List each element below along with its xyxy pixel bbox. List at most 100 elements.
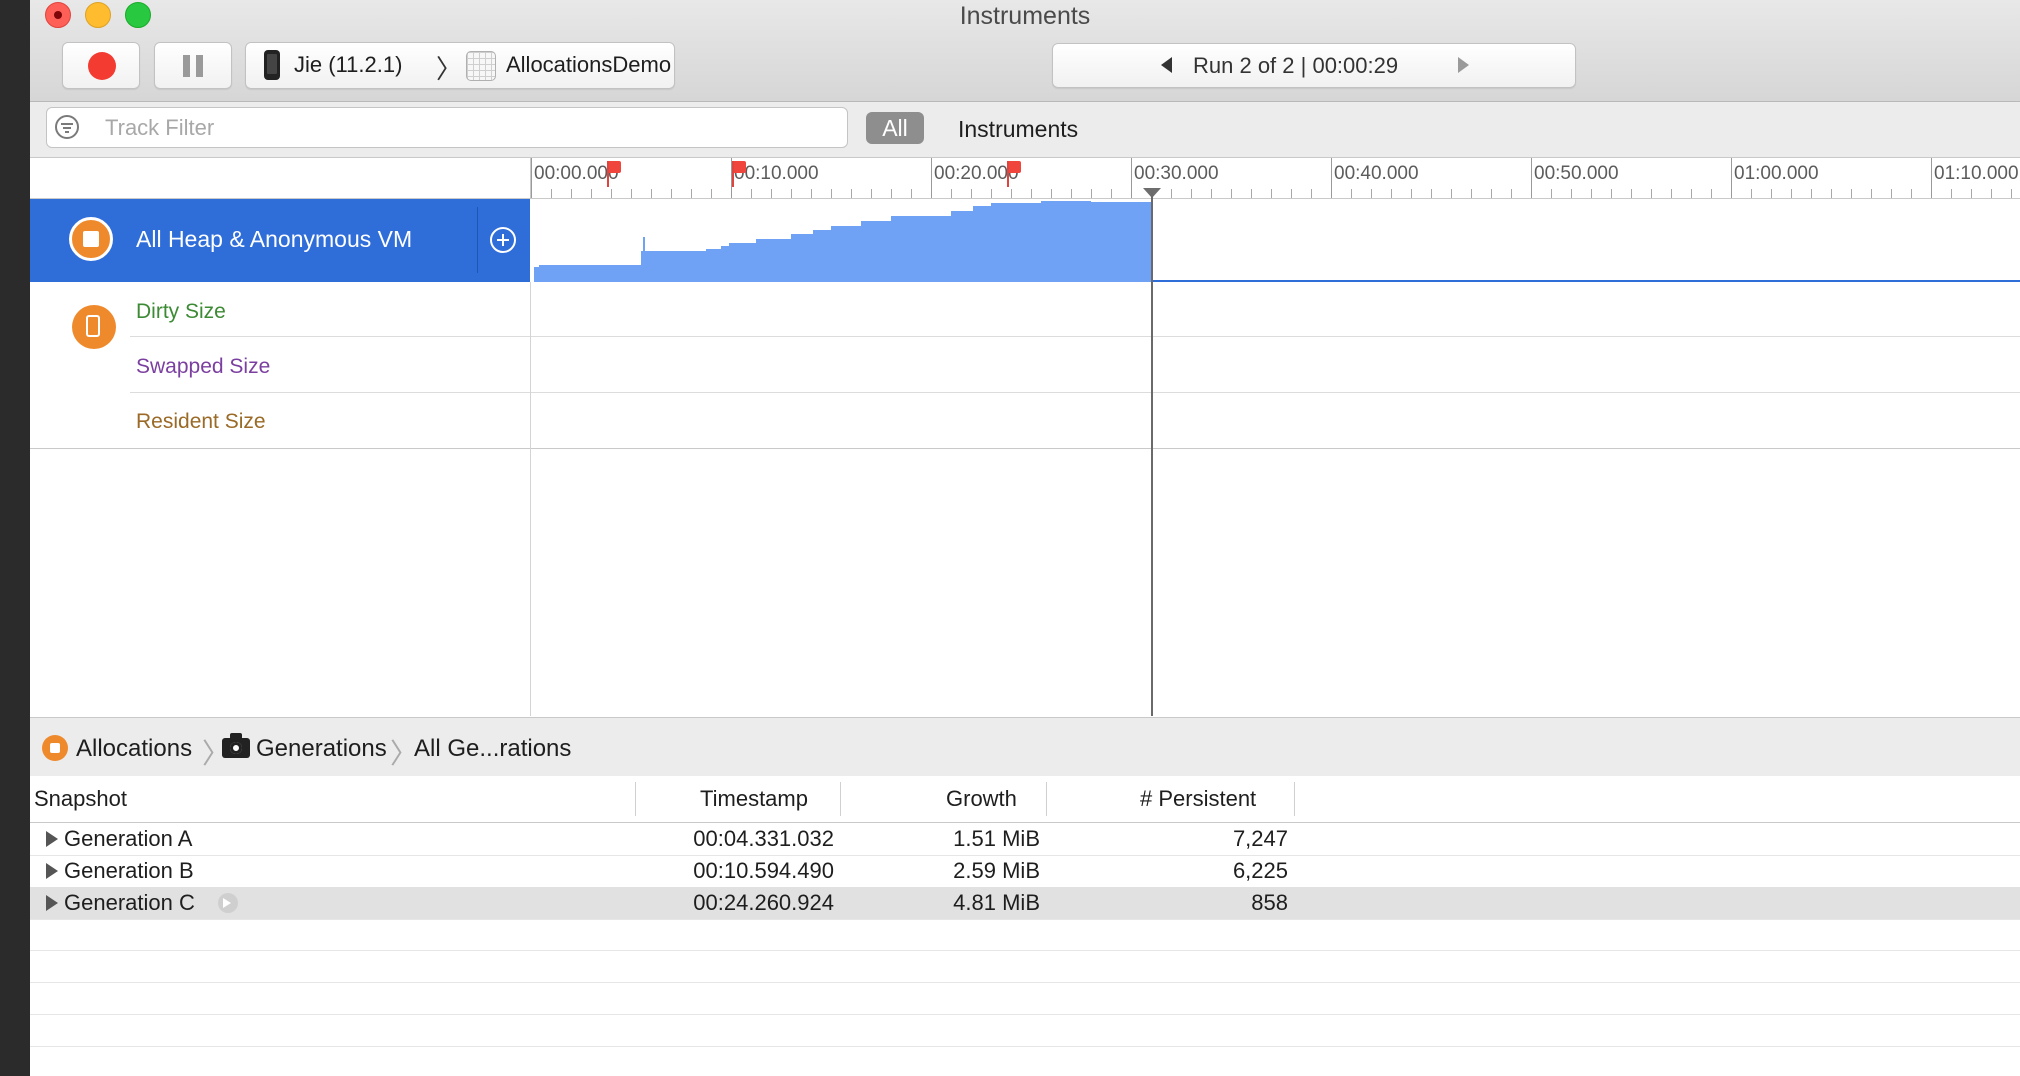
- ruler-minor-tick: [1231, 189, 1232, 198]
- ruler-minor-tick: [1091, 189, 1092, 198]
- column-growth[interactable]: Growth: [946, 776, 1017, 822]
- ruler-minor-tick: [1711, 189, 1712, 198]
- previous-run-icon[interactable]: [1161, 57, 1172, 73]
- scope-instruments-button[interactable]: Instruments: [958, 116, 1078, 143]
- ruler-minor-tick: [1311, 189, 1312, 198]
- generation-flag-icon[interactable]: [607, 161, 621, 187]
- filter-bar: All Instruments: [30, 102, 2020, 158]
- ruler-minor-tick: [1511, 189, 1512, 198]
- ruler-minor-tick: [571, 189, 572, 198]
- breadcrumb-allocations[interactable]: Allocations: [76, 735, 192, 763]
- snapshot-persistent: 858: [1251, 890, 1288, 915]
- sub-track-resident-size[interactable]: Resident Size: [136, 410, 266, 434]
- window-title: Instruments: [959, 2, 1091, 30]
- record-button[interactable]: [62, 42, 140, 89]
- playhead[interactable]: [1151, 190, 1153, 716]
- ruler-minor-tick: [1671, 189, 1672, 198]
- ruler-minor-tick: [1191, 189, 1192, 198]
- ruler-minor-tick: [1491, 189, 1492, 198]
- disclosure-triangle-icon[interactable]: [46, 895, 58, 911]
- pause-button[interactable]: [154, 42, 232, 89]
- table-row[interactable]: Generation C 00:24.260.924 4.81 MiB 858: [30, 887, 2020, 920]
- add-circle-icon[interactable]: [490, 227, 516, 253]
- snapshot-persistent: 7,247: [1232, 826, 1288, 851]
- sidebar-divider: [530, 282, 531, 716]
- time-ruler[interactable]: 00:00.000 00:10.000 00:20.000 00:30.000 00:4…: [531, 158, 2020, 199]
- ruler-minor-tick: [951, 189, 952, 198]
- table-row[interactable]: Generation B 00:10.594.490 2.59 MiB 6,22…: [30, 855, 2020, 888]
- ruler-major-tick: [1531, 158, 1532, 198]
- ruler-major-tick: [931, 158, 932, 198]
- ruler-minor-tick: [1111, 189, 1112, 198]
- ruler-minor-tick: [671, 189, 672, 198]
- ruler-minor-tick: [1171, 189, 1172, 198]
- breadcrumb-generations[interactable]: Generations: [256, 735, 387, 763]
- generation-flag-icon[interactable]: [1007, 161, 1021, 187]
- snapshot-timestamp: 00:10.594.490: [693, 858, 834, 883]
- ruler-minor-tick: [1351, 189, 1352, 198]
- ruler-minor-tick: [791, 189, 792, 198]
- ruler-minor-tick: [1271, 189, 1272, 198]
- track-filter-input[interactable]: [103, 114, 827, 142]
- ruler-minor-tick: [1411, 189, 1412, 198]
- allocation-graph[interactable]: [531, 199, 2020, 282]
- record-icon: [88, 52, 116, 80]
- ruler-minor-tick: [971, 189, 972, 198]
- sub-track-swapped-size[interactable]: Swapped Size: [136, 355, 270, 379]
- next-run-icon[interactable]: [1458, 57, 1469, 73]
- snapshot-growth: 2.59 MiB: [953, 858, 1040, 883]
- table-row[interactable]: Generation A 00:04.331.032 1.51 MiB 7,24…: [30, 823, 2020, 856]
- ruler-minor-tick: [1951, 189, 1952, 198]
- disclosure-triangle-icon[interactable]: [46, 831, 58, 847]
- ruler-minor-tick: [891, 189, 892, 198]
- ruler-minor-tick: [1571, 189, 1572, 198]
- ruler-minor-tick: [1431, 189, 1432, 198]
- ruler-label: 00:10.000: [734, 163, 819, 184]
- target-selector[interactable]: Jie (11.2.1) 〉 AllocationsDemo: [245, 42, 675, 89]
- ruler-minor-tick: [911, 189, 912, 198]
- column-persistent[interactable]: # Persistent: [1140, 776, 1256, 822]
- breadcrumb-all-generations[interactable]: All Ge...rations: [414, 735, 571, 763]
- ruler-minor-tick: [1631, 189, 1632, 198]
- instruments-window: Instruments Jie (11.2.1) 〉 AllocationsDe…: [30, 0, 2020, 1076]
- run-navigator: Run 2 of 2 | 00:00:29: [1052, 43, 1576, 88]
- ruler-label: 00:00.000: [534, 163, 619, 184]
- ruler-minor-tick: [591, 189, 592, 198]
- ruler-minor-tick: [1071, 189, 1072, 198]
- ruler-minor-tick: [771, 189, 772, 198]
- ruler-label: 01:10.000: [1934, 163, 2019, 184]
- empty-row: [30, 919, 2020, 951]
- filter-icon[interactable]: [55, 115, 79, 139]
- ruler-minor-tick: [1811, 189, 1812, 198]
- ruler-label: 00:30.000: [1134, 163, 1219, 184]
- column-timestamp[interactable]: Timestamp: [700, 776, 808, 822]
- divider: [130, 336, 2020, 337]
- ruler-minor-tick: [651, 189, 652, 198]
- ruler-label: 00:50.000: [1534, 163, 1619, 184]
- toolbar: Instruments Jie (11.2.1) 〉 AllocationsDe…: [30, 0, 2020, 102]
- scope-all-button[interactable]: All: [866, 112, 924, 144]
- snapshot-growth: 1.51 MiB: [953, 826, 1040, 851]
- iphone-icon: [264, 50, 280, 80]
- sub-track-dirty-size[interactable]: Dirty Size: [136, 300, 226, 324]
- divider: [130, 392, 2020, 393]
- ruler-minor-tick: [1011, 189, 1012, 198]
- allocations-icon: [42, 735, 68, 761]
- ruler-minor-tick: [1471, 189, 1472, 198]
- ruler-minor-tick: [1291, 189, 1292, 198]
- ruler-minor-tick: [1831, 189, 1832, 198]
- allocations-icon: [69, 217, 113, 261]
- pause-icon: [183, 55, 190, 77]
- ruler-label: 01:00.000: [1734, 163, 1819, 184]
- generation-flag-icon[interactable]: [732, 161, 746, 187]
- track-name: All Heap & Anonymous VM: [136, 226, 413, 252]
- go-to-arrow-icon[interactable]: [218, 893, 238, 913]
- column-snapshot[interactable]: Snapshot: [34, 776, 127, 822]
- ruler-major-tick: [1131, 158, 1132, 198]
- ruler-minor-tick: [871, 189, 872, 198]
- disclosure-triangle-icon[interactable]: [46, 863, 58, 879]
- chevron-right-icon: 〉: [436, 54, 463, 84]
- track-header-all-heap[interactable]: All Heap & Anonymous VM: [30, 199, 530, 282]
- run-label: Run 2 of 2 | 00:00:29: [1193, 53, 1399, 78]
- ruler-spacer: [30, 158, 531, 199]
